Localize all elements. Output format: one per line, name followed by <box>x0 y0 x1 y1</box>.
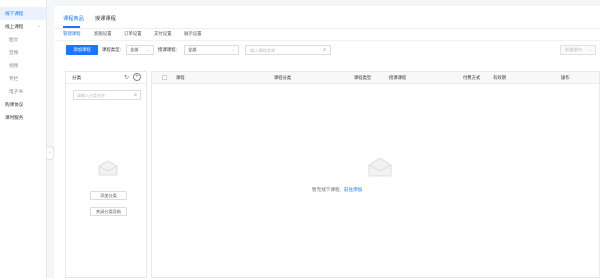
course-search-input[interactable]: 输入课程名称 ⌕ <box>245 45 331 55</box>
empty-state-text: 暂无线下课程, <box>312 187 341 192</box>
tab-bar: 课程商品 授课课程 <box>54 6 600 29</box>
category-header: 分类 ↻ + <box>66 72 146 84</box>
teaching-method-select[interactable]: 全部 ⌄ <box>184 45 239 55</box>
category-search-input[interactable]: 请输入分类名称 ⌕ <box>73 90 141 100</box>
sidebar-item-7[interactable]: 购课协议 <box>0 98 46 111</box>
sidebar-item-label: 电子书 <box>9 89 23 94</box>
column-payment-method: 付费方式 <box>463 75 481 80</box>
search-icon[interactable]: ⌕ <box>323 47 326 53</box>
course-type-value: 全部 <box>130 47 139 52</box>
category-panel: 分类 ↻ + 请输入分类名称 ⌕ 添加分类 关闭分类导航 <box>65 71 147 278</box>
empty-state-message: 暂无线下课程, 前往添加 <box>312 187 362 193</box>
column-course-type: 课程类型 <box>354 75 372 80</box>
subtab-service-settings[interactable]: 客服设置 <box>94 31 112 37</box>
sidebar-item-label: 专栏 <box>9 76 19 81</box>
add-course-button[interactable]: 添加课程 <box>66 45 98 55</box>
sidebar-item-2[interactable]: 图文 <box>0 33 46 46</box>
sidebar-item-label: 图文 <box>9 37 19 42</box>
course-type-label: 课程类型: <box>102 47 121 52</box>
subtab-display-settings[interactable]: 展示设置 <box>184 31 202 37</box>
sidebar-item-5[interactable]: 专栏 <box>0 72 46 85</box>
subtab-order-settings[interactable]: 订单设置 <box>124 31 142 37</box>
course-table: 课程 课程分类 课程类型 授课课程 付费方式 有效期 操作 暂无线下课程, 前往添… <box>151 71 600 278</box>
sidebar-item-4[interactable]: 视频 <box>0 59 46 72</box>
sidebar-item-label: 购课协议 <box>5 102 24 107</box>
chevron-left-icon[interactable]: ‹ <box>47 146 54 160</box>
chevron-down-icon: ⌄ <box>588 47 592 52</box>
refresh-icon[interactable]: ↻ <box>124 74 129 81</box>
sidebar: 线下课程线上课程 ^ 图文音频视频专栏电子书购课协议课时服务 <box>0 0 47 278</box>
sidebar-item-label: 线上课程 <box>5 24 24 29</box>
subtab-payment-settings[interactable]: 支付设置 <box>154 31 172 37</box>
active-tab-indicator <box>63 26 80 28</box>
tab-course-products[interactable]: 课程商品 <box>63 15 84 22</box>
sidebar-item-0[interactable]: 线下课程 <box>0 7 46 20</box>
go-add-link[interactable]: 前往添加 <box>344 187 362 192</box>
teaching-method-label: 授课课程: <box>158 47 177 52</box>
batch-action-label: 批量操作 <box>565 47 582 52</box>
chevron-up-icon[interactable]: ^ <box>38 20 40 33</box>
sidebar-item-6[interactable]: 电子书 <box>0 85 46 98</box>
sidebar-item-3[interactable]: 音频 <box>0 46 46 59</box>
course-type-select[interactable]: 全部 ⌄ <box>126 45 154 55</box>
sidebar-list: 线下课程线上课程 ^ 图文音频视频专栏电子书购课协议课时服务 <box>0 7 46 124</box>
batch-action-select[interactable]: 批量操作 ⌄ <box>560 45 596 55</box>
select-all-checkbox[interactable] <box>162 75 167 80</box>
add-category-icon[interactable]: + <box>133 73 141 81</box>
sidebar-item-label: 线下课程 <box>5 11 24 16</box>
column-actions: 操作 <box>561 75 570 80</box>
tab-teaching-courses[interactable]: 授课课程 <box>95 15 116 22</box>
toolbar: 添加课程 课程类型: 全部 ⌄ 授课课程: 全部 ⌄ 输入课程名称 ⌕ 批量操作 ⌄ <box>54 41 600 59</box>
search-icon[interactable]: ⌕ <box>134 92 137 98</box>
table-header: 课程 课程分类 课程类型 授课课程 付费方式 有效期 操作 <box>152 72 599 84</box>
main-panel: 课程商品 授课课程 管理课程 客服设置 订单设置 支付设置 展示设置 添加课程 … <box>54 6 600 278</box>
column-validity: 有效期 <box>493 75 506 80</box>
sidebar-item-8[interactable]: 课时服务 <box>0 111 46 124</box>
empty-box-icon <box>368 157 392 177</box>
column-course: 课程 <box>176 75 185 80</box>
add-category-button[interactable]: 添加分类 <box>90 191 127 200</box>
chevron-down-icon: ⌄ <box>146 47 150 52</box>
search-placeholder: 输入课程名称 <box>250 48 276 53</box>
chevron-down-icon: ⌄ <box>231 47 235 52</box>
sidebar-item-label: 课时服务 <box>5 115 24 120</box>
column-teaching-course: 授课课程 <box>389 75 407 80</box>
empty-box-icon <box>98 160 118 176</box>
column-category: 课程分类 <box>274 75 292 80</box>
sidebar-item-1[interactable]: 线上课程 ^ <box>0 20 46 33</box>
close-category-nav-button[interactable]: 关闭分类导航 <box>90 207 127 216</box>
subtab-manage-courses[interactable]: 管理课程 <box>63 31 81 37</box>
category-title: 分类 <box>72 75 82 80</box>
sub-tab-bar: 管理课程 客服设置 订单设置 支付设置 展示设置 <box>54 29 600 41</box>
sidebar-item-label: 音频 <box>9 50 19 55</box>
teaching-method-value: 全部 <box>188 47 197 52</box>
sidebar-item-label: 视频 <box>9 63 19 68</box>
category-search-placeholder: 请输入分类名称 <box>77 93 105 98</box>
